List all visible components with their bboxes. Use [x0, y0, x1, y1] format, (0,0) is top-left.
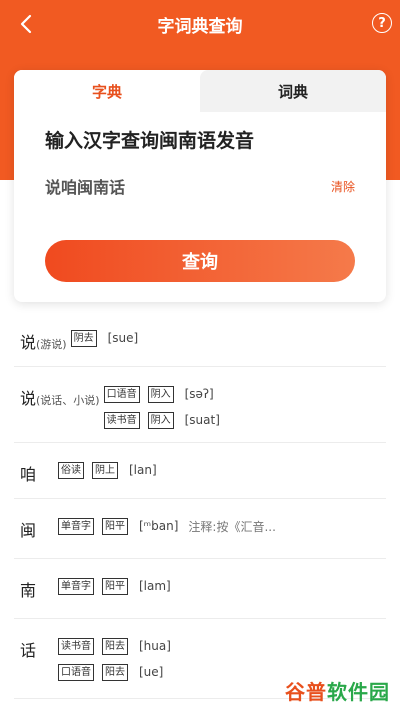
- reading-tag: 俗读: [58, 461, 84, 479]
- character-sense-note: (说话、小说): [36, 394, 100, 407]
- search-card: 字典 词典 输入汉字查询闽南语发音 清除 查询: [14, 70, 386, 302]
- reading-tag: 读书音: [58, 637, 94, 655]
- reading-tag: 阴入: [147, 411, 174, 429]
- page-title: 字词典查询: [157, 16, 243, 37]
- character-glyph: 南: [20, 581, 37, 600]
- tab-word-dictionary[interactable]: 词典: [200, 70, 386, 112]
- reading-row: 读书音 阴入 [suat]: [103, 411, 220, 429]
- pronunciation[interactable]: [səʔ]: [185, 387, 214, 401]
- pronunciation[interactable]: [lam]: [139, 579, 171, 593]
- result-entry: 说 (说话、小说) 口语音 阴入 [səʔ] 读书音 阴入 [suat]: [14, 367, 386, 443]
- search-prompt: 输入汉字查询闽南语发音: [45, 130, 255, 152]
- reading-tag: 口语音: [103, 385, 140, 403]
- reading-row: 阴去 [sue]: [70, 329, 139, 347]
- character-glyph: 说: [20, 333, 37, 352]
- reading-row: 单音字 阳平 [lam]: [58, 577, 171, 595]
- reading-tag: 单音字: [58, 577, 94, 595]
- reading-tag: 阳去: [102, 663, 128, 681]
- character-sense-note: (游说): [36, 338, 67, 351]
- results-list: 说 (游说) 阴去 [sue] 说 (说话、小说) 口语音 阴入 [səʔ] 读书音 阴入 [suat…: [0, 311, 400, 699]
- result-entry: 咱 俗读 阴上 [lan]: [14, 443, 386, 499]
- pronunciation[interactable]: [lan]: [129, 463, 157, 477]
- pronunciation[interactable]: [sue]: [108, 331, 139, 345]
- result-character: 南: [20, 577, 54, 601]
- query-button[interactable]: 查询: [45, 240, 355, 282]
- top-bar: 字词典查询 ?: [0, 0, 400, 48]
- watermark-logo: 谷普软件园: [285, 680, 390, 704]
- reading-tag: 阴去: [70, 329, 97, 347]
- chevron-left-icon: [20, 14, 32, 34]
- help-icon[interactable]: ?: [372, 13, 392, 33]
- reading-row: 读书音 阳去 [hua]: [58, 637, 171, 655]
- reading-row: 口语音 阳去 [ue]: [58, 663, 171, 681]
- result-entry: 南 单音字 阳平 [lam]: [14, 559, 386, 619]
- reading-tag: 阴入: [147, 385, 174, 403]
- character-glyph: 说: [20, 389, 37, 408]
- reading-tag: 阳去: [102, 637, 128, 655]
- result-entry: 说 (游说) 阴去 [sue]: [14, 311, 386, 367]
- tab-bar: 字典 词典: [14, 70, 386, 112]
- search-input-row: 清除: [45, 174, 355, 198]
- reading-tag: 单音字: [58, 517, 94, 535]
- result-character: 咱: [20, 461, 54, 485]
- pronunciation[interactable]: [ᵐban]: [139, 519, 178, 533]
- result-entry: 闽 单音字 阳平 [ᵐban] 注释:按《汇音...: [14, 499, 386, 559]
- character-glyph: 咱: [20, 465, 37, 484]
- result-character: 说 (游说): [20, 329, 67, 353]
- pronunciation[interactable]: [ue]: [139, 665, 163, 679]
- reading-tag: 阳平: [102, 577, 128, 595]
- result-character: 说 (说话、小说): [20, 385, 100, 409]
- reading-tag: 读书音: [103, 411, 140, 429]
- result-character: 闽: [20, 517, 54, 541]
- reading-row: 俗读 阴上 [lan]: [58, 461, 157, 479]
- reading-row: 口语音 阴入 [səʔ]: [103, 385, 220, 403]
- tab-character-dictionary[interactable]: 字典: [14, 70, 200, 112]
- reading-tag: 口语音: [58, 663, 94, 681]
- reading-tag: 阳平: [102, 517, 128, 535]
- annotation-link[interactable]: 注释:按《汇音...: [188, 518, 276, 535]
- pronunciation[interactable]: [hua]: [139, 639, 171, 653]
- search-input[interactable]: [45, 176, 285, 196]
- pronunciation[interactable]: [suat]: [185, 413, 220, 427]
- reading-row: 单音字 阳平 [ᵐban] 注释:按《汇音...: [58, 517, 276, 535]
- clear-button[interactable]: 清除: [331, 178, 355, 195]
- reading-tag: 阴上: [92, 461, 118, 479]
- character-glyph: 话: [20, 641, 37, 660]
- back-button[interactable]: [12, 10, 40, 38]
- character-glyph: 闽: [20, 521, 37, 540]
- result-character: 话: [20, 637, 54, 661]
